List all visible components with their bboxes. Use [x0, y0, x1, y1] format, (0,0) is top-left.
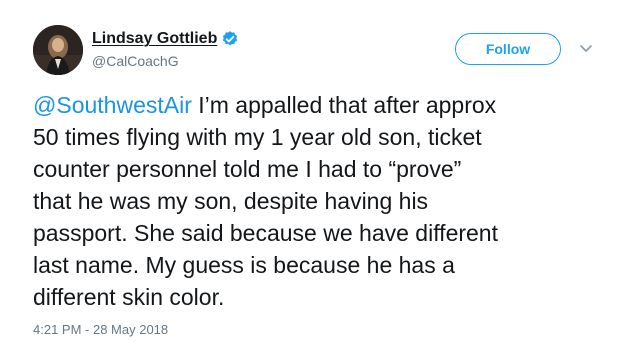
tweet-text: @SouthwestAir I’m appalled that after ap…	[33, 89, 598, 313]
tweet-text-line: 50 times flying with my 1 year old son, …	[33, 124, 482, 150]
tweet-card: Lindsay Gottlieb @CalCoachG Follow @Sout…	[0, 0, 626, 349]
tweet-timestamp[interactable]: 4:21 PM - 28 May 2018	[33, 322, 168, 337]
chevron-down-icon[interactable]	[578, 40, 594, 56]
author-handle[interactable]: @CalCoachG	[92, 53, 179, 69]
profile-photo	[33, 25, 83, 75]
mention-link[interactable]: @SouthwestAir	[33, 92, 192, 118]
follow-button[interactable]: Follow	[455, 33, 561, 65]
avatar[interactable]	[33, 25, 83, 75]
tweet-text-line: different skin color.	[33, 284, 225, 310]
verified-badge-icon	[221, 30, 239, 48]
tweet-text-line: I’m appalled that after approx	[191, 92, 497, 118]
tweet-text-line: that he was my son, despite having his	[33, 188, 429, 214]
tweet-text-line: last name. My guess is because he has a	[33, 252, 455, 278]
tweet-text-line: counter personnel told me I had to “prov…	[33, 156, 462, 182]
author-display-name[interactable]: Lindsay Gottlieb	[92, 30, 217, 48]
tweet-text-line: passport. She said because we have diffe…	[33, 220, 498, 246]
author-row: Lindsay Gottlieb	[92, 28, 239, 50]
